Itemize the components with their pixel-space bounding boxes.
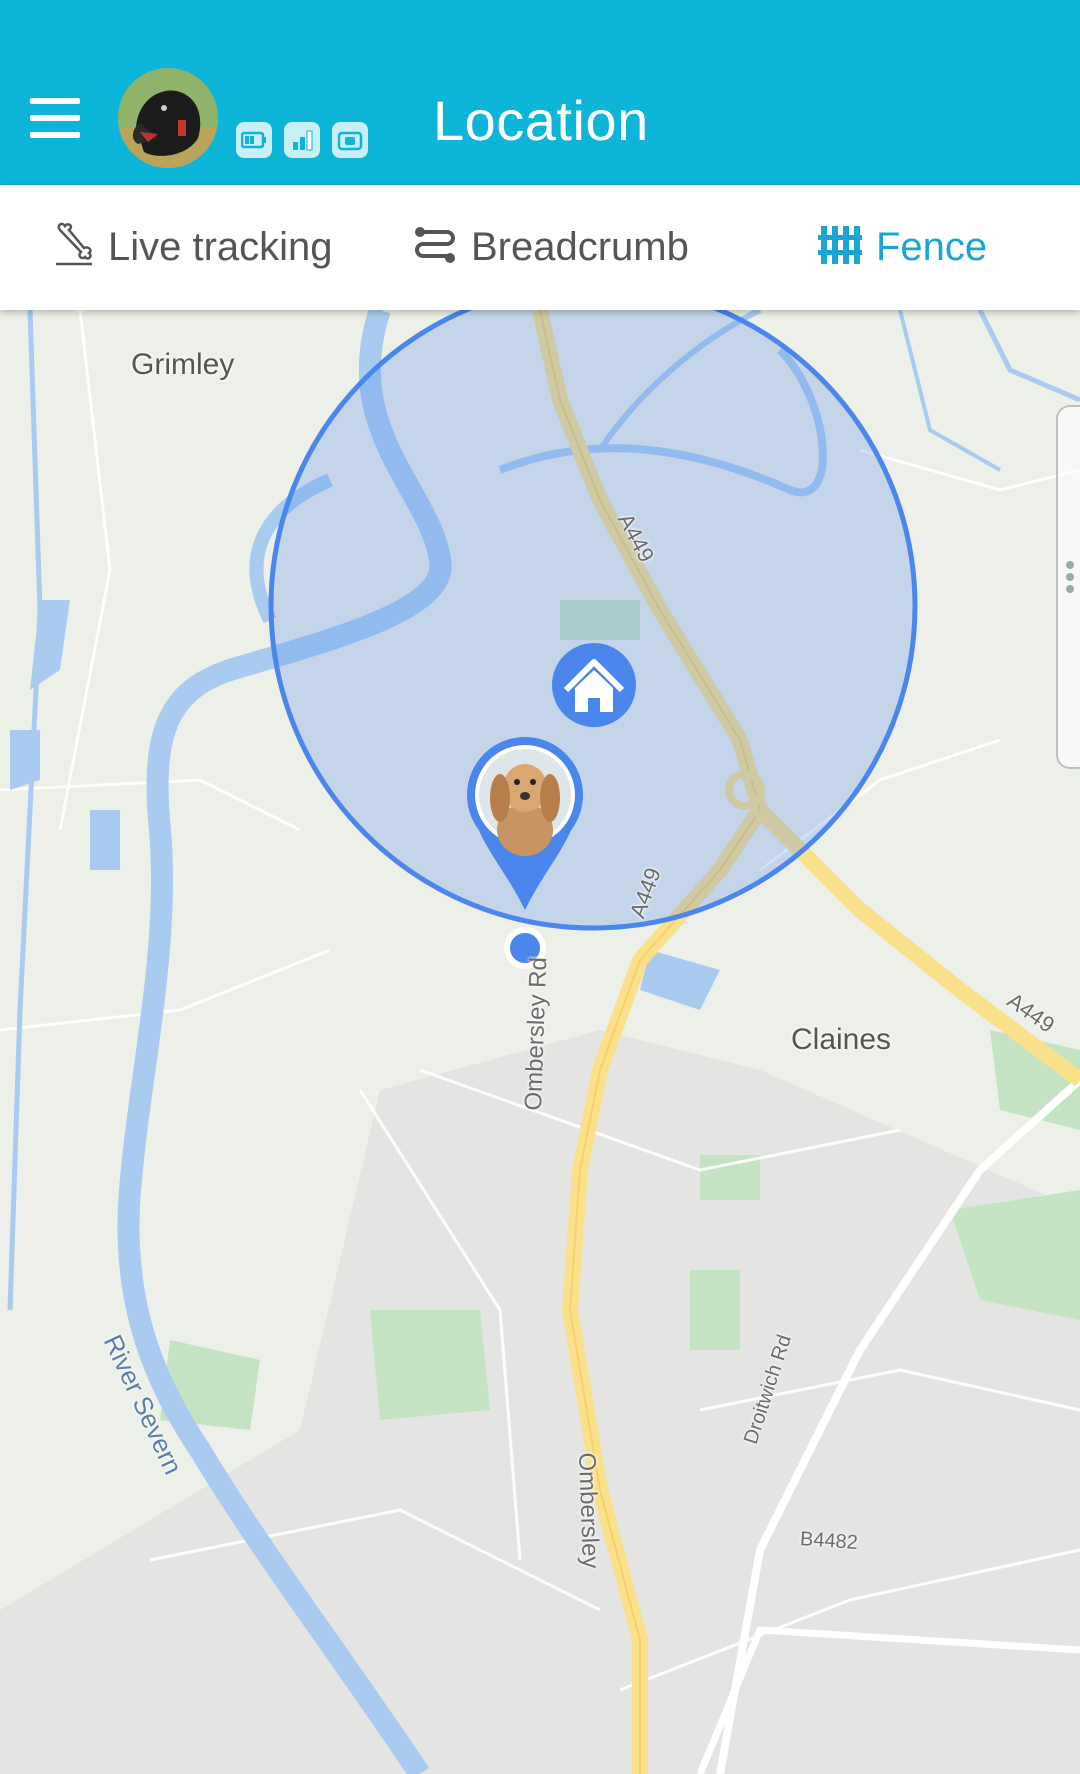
camera-icon[interactable] (332, 122, 368, 158)
tab-live-tracking[interactable]: Live tracking (54, 185, 333, 310)
geofence-circle (268, 310, 918, 931)
place-label-claines: Claines (791, 1023, 892, 1056)
menu-icon[interactable] (30, 98, 80, 140)
location-tabs: Live tracking Breadcrumb Fence (0, 185, 1080, 310)
bone-icon (54, 222, 94, 273)
tab-label: Breadcrumb (471, 225, 689, 269)
map-view[interactable]: Grimley Claines A449 A449 A449 Ombersley… (0, 310, 1080, 1774)
place-label-grimley: Grimley (131, 348, 235, 381)
tab-label: Live tracking (108, 225, 333, 269)
pet-avatar (490, 764, 560, 856)
signal-icon[interactable] (284, 122, 320, 158)
road-label-b4482: B4482 (799, 1528, 859, 1554)
road-label-ombersley: Ombersley (573, 1452, 605, 1569)
tab-breadcrumb[interactable]: Breadcrumb (413, 185, 689, 310)
battery-icon[interactable] (236, 122, 272, 158)
page-title: Location (433, 89, 649, 152)
road-label-ombersley: Ombersley Rd (520, 956, 553, 1111)
tab-label: Fence (876, 225, 988, 269)
map-side-drawer-handle[interactable] (1056, 405, 1080, 769)
route-icon (413, 224, 457, 271)
avatar[interactable] (118, 68, 218, 168)
tab-fence[interactable]: Fence (818, 185, 987, 310)
app-header: Location (0, 0, 1080, 185)
fence-icon (818, 224, 862, 271)
